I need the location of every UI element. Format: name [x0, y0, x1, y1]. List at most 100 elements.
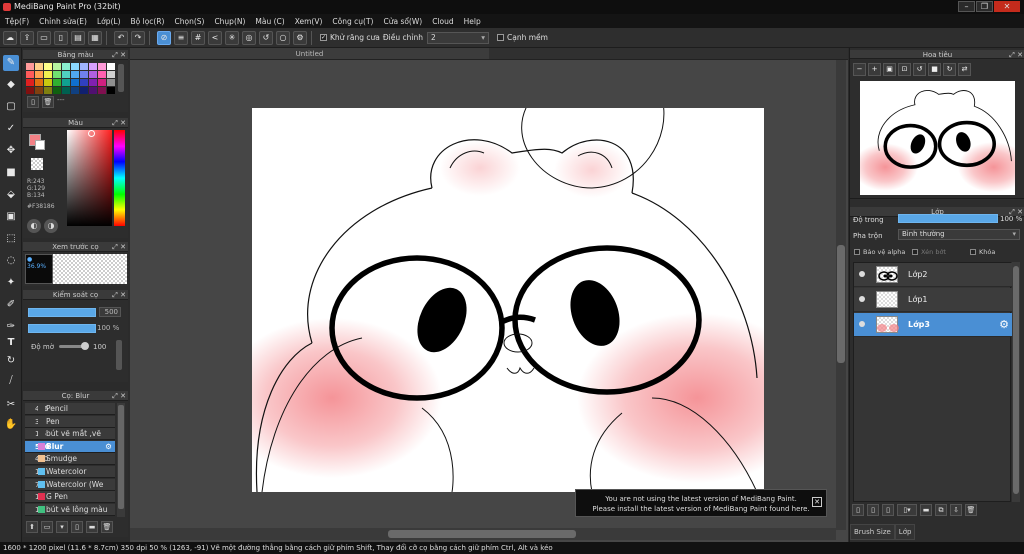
brush-control-scrollbar[interactable]	[116, 340, 122, 370]
select-eraser-icon[interactable]: ✑	[3, 319, 19, 335]
lock-checkbox[interactable]: Khóa	[970, 248, 995, 256]
close-button[interactable]: ✕	[994, 1, 1020, 12]
color-swatch[interactable]	[89, 71, 97, 78]
brush-settings-gear-icon[interactable]: ⚙	[105, 441, 115, 452]
color-swatch[interactable]	[62, 71, 70, 78]
brush-size-slider[interactable]	[28, 308, 96, 317]
color-swatch[interactable]	[89, 87, 97, 94]
move-tool-icon[interactable]: ✥	[3, 143, 19, 159]
brush-item[interactable]: 3Pen	[25, 415, 115, 428]
color-swatch[interactable]	[98, 79, 106, 86]
brush-list-scroll-thumb[interactable]	[118, 405, 124, 509]
brush-settings-icon[interactable]: ▾	[56, 521, 68, 533]
delete-layer-icon[interactable]: 🗑	[965, 504, 977, 516]
layer-row-selected[interactable]: Lớp3 ⚙	[854, 313, 1012, 337]
brush-item[interactable]: 400Smudge	[25, 453, 115, 466]
menu-tools[interactable]: Công cụ(T)	[327, 17, 378, 26]
color-swatch[interactable]	[98, 71, 106, 78]
panel-close-icon[interactable]: ⤢ ✕	[112, 391, 126, 401]
grid-snap-icon[interactable]: #	[191, 30, 205, 45]
saturation-value-box[interactable]	[67, 130, 112, 226]
visibility-icon[interactable]	[859, 321, 865, 327]
color-settings-icon[interactable]: ◑	[44, 219, 58, 233]
comment-icon[interactable]: ▭	[37, 30, 51, 45]
color-swatch[interactable]	[71, 63, 79, 70]
new-halftone-layer-icon[interactable]: ▯	[867, 504, 879, 516]
brush-item[interactable]: 15G Pen	[25, 491, 115, 504]
no-snap-icon[interactable]: ⊘	[157, 30, 171, 45]
delete-brush-icon[interactable]: 🗑	[101, 521, 113, 533]
flip-icon[interactable]: ⇄	[958, 63, 971, 76]
palette-menu-icon[interactable]: ---	[57, 96, 65, 108]
color-picker-handle[interactable]	[88, 130, 95, 137]
color-swatch[interactable]	[26, 87, 34, 94]
palette-scrollbar[interactable]	[118, 64, 124, 92]
color-swatch[interactable]	[26, 63, 34, 70]
parallel-snap-icon[interactable]: ≡	[174, 30, 188, 45]
brush-item[interactable]: 496Pencil	[25, 403, 115, 415]
gradient-tool-icon[interactable]: ▣	[3, 209, 19, 225]
panel-close-icon[interactable]: ⤢ ✕	[112, 290, 126, 300]
layer-properties-icon[interactable]: ⇩	[950, 504, 962, 516]
perspective-snap-icon[interactable]: <	[208, 30, 222, 45]
rotate-left-icon[interactable]: ↺	[913, 63, 926, 76]
color-swatch[interactable]	[53, 71, 61, 78]
color-swatch[interactable]	[107, 87, 115, 94]
panel-close-icon[interactable]: ⤢ ✕	[1009, 50, 1023, 60]
menu-snap[interactable]: Chụp(N)	[209, 17, 250, 26]
canvas-horizontal-scroll-thumb[interactable]	[388, 530, 576, 538]
color-swatch[interactable]	[62, 63, 70, 70]
layer-row[interactable]: Lớp1	[854, 288, 1012, 312]
color-wheel-icon[interactable]: ◐	[27, 219, 41, 233]
color-swatch[interactable]	[71, 71, 79, 78]
correction-select[interactable]: 2	[427, 31, 489, 44]
brush-file-icon[interactable]: ▯	[71, 521, 83, 533]
panel-close-icon[interactable]: ⤢ ✕	[112, 118, 126, 128]
blend-mode-select[interactable]: Bình thường	[898, 229, 1020, 240]
menu-edit[interactable]: Chỉnh sửa(E)	[34, 17, 92, 26]
panel-close-icon[interactable]: ⤢ ✕	[112, 50, 126, 60]
update-notification[interactable]: You are not using the latest version of …	[575, 489, 827, 517]
layer-menu-icon[interactable]: ▯▾	[897, 504, 917, 516]
eraser-tool-icon[interactable]: ◆	[3, 77, 19, 93]
color-swatch[interactable]	[53, 79, 61, 86]
snap-settings-icon[interactable]: ⚙	[293, 30, 307, 45]
select-brush-icon[interactable]: ✐	[3, 297, 19, 313]
brush-item[interactable]: 7Watercolor (We	[25, 478, 115, 491]
minimize-button[interactable]: –	[958, 1, 975, 12]
clipping-checkbox[interactable]: Xén bớt	[912, 248, 946, 256]
protect-alpha-checkbox[interactable]: Bảo vệ alpha	[854, 248, 905, 256]
color-swatch[interactable]	[35, 63, 43, 70]
menu-filter[interactable]: Bộ lọc(R)	[126, 17, 170, 26]
navigator-preview[interactable]	[860, 81, 1015, 195]
soft-edge-checkbox[interactable]	[497, 34, 504, 41]
color-swatch[interactable]	[44, 79, 52, 86]
lasso-tool-icon[interactable]: ◌	[3, 253, 19, 269]
select-pen-icon[interactable]: ✓	[3, 121, 19, 137]
color-swatch[interactable]	[53, 87, 61, 94]
duplicate-layer-icon[interactable]: ▯	[882, 504, 894, 516]
panel-close-icon[interactable]: ⤢ ✕	[112, 242, 126, 252]
color-swatch[interactable]	[26, 79, 34, 86]
layer-settings-icon[interactable]: ⚙	[999, 318, 1009, 331]
shape-tool-icon[interactable]: ■	[3, 165, 19, 181]
color-swatch[interactable]	[44, 71, 52, 78]
color-swatch[interactable]	[26, 71, 34, 78]
delete-swatch-icon[interactable]: 🗑	[42, 96, 54, 108]
fit-screen-icon[interactable]: ▣	[883, 63, 896, 76]
curve-snap-icon[interactable]: ↺	[259, 30, 273, 45]
update-message-line2[interactable]: Please install the latest version of Med…	[576, 504, 826, 514]
color-swatch[interactable]	[44, 63, 52, 70]
undo-icon[interactable]: ↶	[114, 30, 128, 45]
color-swatch[interactable]	[98, 87, 106, 94]
dot-tool-icon[interactable]: ▢	[3, 99, 19, 115]
sub-color-swatch[interactable]	[35, 140, 45, 150]
menu-layer[interactable]: Lớp(L)	[92, 17, 126, 26]
menu-color[interactable]: Màu (C)	[250, 17, 289, 26]
color-swatch[interactable]	[80, 79, 88, 86]
tab-layer[interactable]: Lớp	[894, 524, 916, 540]
color-swatch[interactable]	[80, 63, 88, 70]
layer-scrollbar[interactable]	[1012, 262, 1020, 502]
brush-item[interactable]: 10Watercolor	[25, 466, 115, 478]
color-swatch[interactable]	[71, 79, 79, 86]
